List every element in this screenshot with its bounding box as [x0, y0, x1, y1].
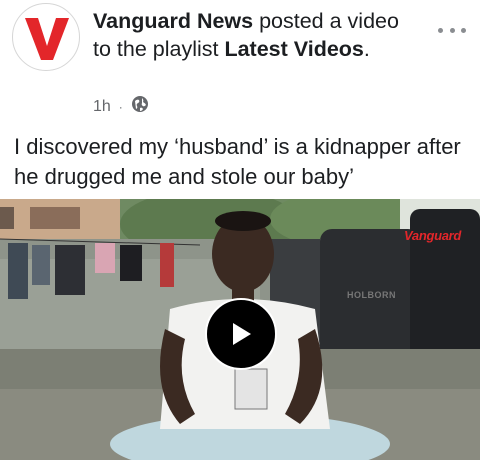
post-meta: 1h ·	[93, 95, 149, 118]
meta-separator: ·	[118, 99, 123, 114]
post-header: Vanguard News posted a video to the play…	[0, 0, 480, 120]
more-options-icon[interactable]	[438, 22, 466, 38]
post-caption: I discovered my ‘husband’ is a kidnapper…	[14, 134, 461, 189]
vanguard-watermark: Vanguard	[404, 228, 462, 243]
post-headline: Vanguard News posted a video to the play…	[93, 7, 413, 63]
tank-brand-label: HOLBORN	[347, 290, 396, 300]
playlist-link[interactable]: Latest Videos	[224, 37, 363, 61]
post-timestamp[interactable]: 1h	[93, 98, 111, 116]
globe-icon[interactable]	[131, 95, 149, 118]
page-avatar[interactable]	[12, 3, 80, 71]
page-name-link[interactable]: Vanguard News	[93, 9, 253, 33]
play-icon[interactable]	[205, 298, 277, 370]
headline-period: .	[363, 37, 370, 61]
vanguard-logo-icon	[25, 18, 69, 60]
